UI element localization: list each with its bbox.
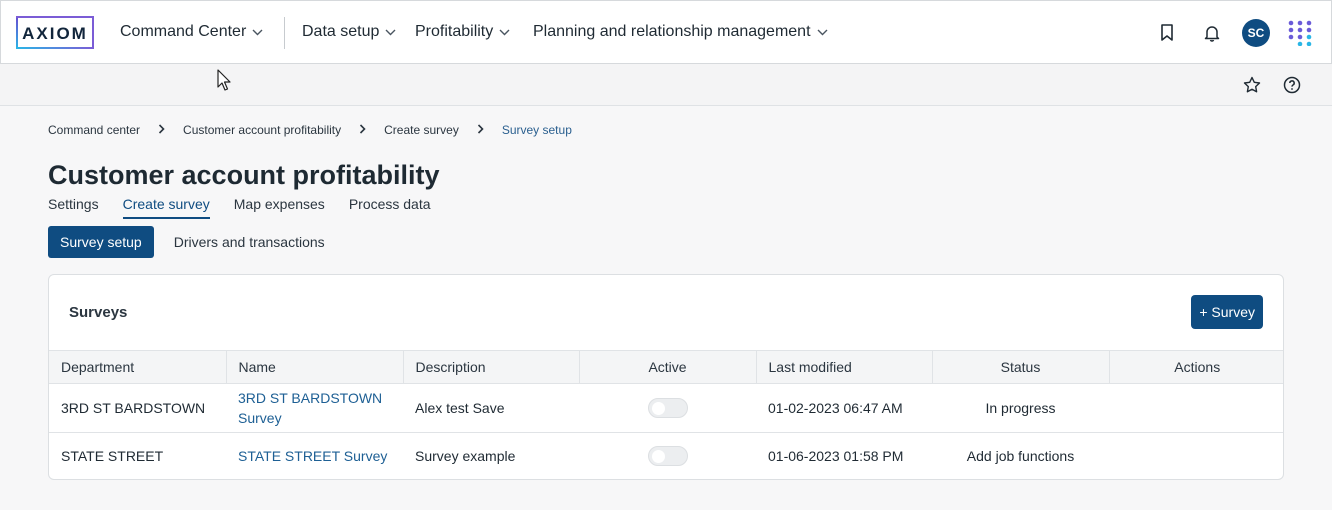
column-header-description[interactable]: Description — [403, 350, 580, 384]
nav-label: Profitability — [415, 23, 494, 40]
surveys-title: Surveys — [69, 304, 128, 321]
cell-department: 3RD ST BARDSTOWN — [49, 383, 226, 433]
breadcrumb-survey-setup: Survey setup — [501, 123, 572, 137]
nav-profitability[interactable]: Profitability — [415, 23, 510, 41]
main-tabs: Settings Create survey Map expenses Proc… — [48, 196, 431, 219]
tab-process-data[interactable]: Process data — [349, 196, 431, 219]
cell-status: In progress — [932, 383, 1109, 433]
bookmark-icon[interactable] — [1153, 19, 1181, 47]
breadcrumb-customer-account-profitability[interactable]: Customer account profitability — [183, 123, 341, 137]
active-toggle[interactable] — [647, 446, 688, 467]
page-title: Customer account profitability — [48, 160, 440, 190]
sub-tabs: Survey setup Drivers and transactions — [48, 226, 325, 258]
star-icon[interactable] — [1238, 71, 1266, 99]
logo-text: AXIOM — [22, 24, 88, 43]
utility-bar — [0, 64, 1332, 106]
breadcrumb: Command center Customer account profitab… — [48, 123, 572, 137]
column-header-active[interactable]: Active — [579, 350, 757, 384]
chevron-down-icon — [499, 27, 510, 39]
breadcrumb-create-survey[interactable]: Create survey — [384, 123, 459, 137]
column-header-status[interactable]: Status — [932, 350, 1110, 384]
table-row: STATE STREET STATE STREET Survey Survey … — [49, 433, 1283, 480]
survey-name-link[interactable]: STATE STREET Survey — [238, 448, 387, 464]
surveys-card: Surveys + Survey Department Name Descrip… — [48, 274, 1284, 480]
bell-icon[interactable] — [1198, 19, 1226, 47]
cell-last-modified: 01-06-2023 01:58 PM — [768, 448, 904, 465]
cell-description: Survey example — [415, 448, 516, 465]
nav-command-center[interactable]: Command Center — [120, 23, 263, 41]
nav-label: Data setup — [302, 23, 380, 40]
add-survey-button[interactable]: + Survey — [1191, 295, 1263, 329]
breadcrumb-command-center[interactable]: Command center — [48, 123, 140, 137]
column-header-last-modified[interactable]: Last modified — [756, 350, 933, 384]
top-navigation-bar: AXIOM Command Center Data setup Profitab… — [0, 0, 1332, 64]
subtab-drivers-and-transactions[interactable]: Drivers and transactions — [174, 234, 325, 250]
chevron-right-icon — [359, 123, 366, 137]
tab-map-expenses[interactable]: Map expenses — [234, 196, 325, 219]
tab-settings[interactable]: Settings — [48, 196, 99, 219]
nav-planning[interactable]: Planning and relationship management — [533, 23, 828, 41]
cell-actions — [1109, 383, 1283, 433]
cell-status: Add job functions — [966, 448, 1075, 465]
column-header-department[interactable]: Department — [49, 350, 227, 384]
chevron-right-icon — [477, 123, 484, 137]
subtab-survey-setup[interactable]: Survey setup — [48, 226, 154, 258]
cell-last-modified: 01-02-2023 06:47 AM — [756, 383, 932, 433]
surveys-table: Department Name Description Active Last … — [49, 350, 1283, 480]
app-grid-icon[interactable] — [1286, 19, 1314, 47]
active-toggle[interactable] — [647, 398, 688, 418]
column-header-name[interactable]: Name — [226, 350, 404, 384]
table-header-row: Department Name Description Active Last … — [49, 350, 1283, 384]
help-icon[interactable] — [1278, 71, 1306, 99]
nav-data-setup[interactable]: Data setup — [302, 23, 396, 41]
mouse-cursor-icon — [217, 69, 231, 96]
cell-actions — [1109, 433, 1283, 480]
chevron-down-icon — [817, 27, 828, 39]
nav-label: Command Center — [120, 23, 247, 40]
nav-divider — [284, 17, 285, 49]
table-row: 3RD ST BARDSTOWN 3RD ST BARDSTOWN Survey… — [49, 383, 1283, 433]
cell-description: Alex test Save — [403, 383, 579, 433]
column-header-actions: Actions — [1109, 350, 1283, 384]
chevron-right-icon — [158, 123, 165, 137]
survey-name-link[interactable]: 3RD ST BARDSTOWN Survey — [238, 390, 382, 426]
user-avatar[interactable]: SC — [1242, 19, 1270, 47]
nav-label: Planning and relationship management — [533, 23, 811, 40]
chevron-down-icon — [252, 27, 263, 39]
tab-create-survey[interactable]: Create survey — [122, 196, 210, 219]
chevron-down-icon — [385, 27, 396, 39]
cell-department: STATE STREET — [61, 448, 164, 465]
